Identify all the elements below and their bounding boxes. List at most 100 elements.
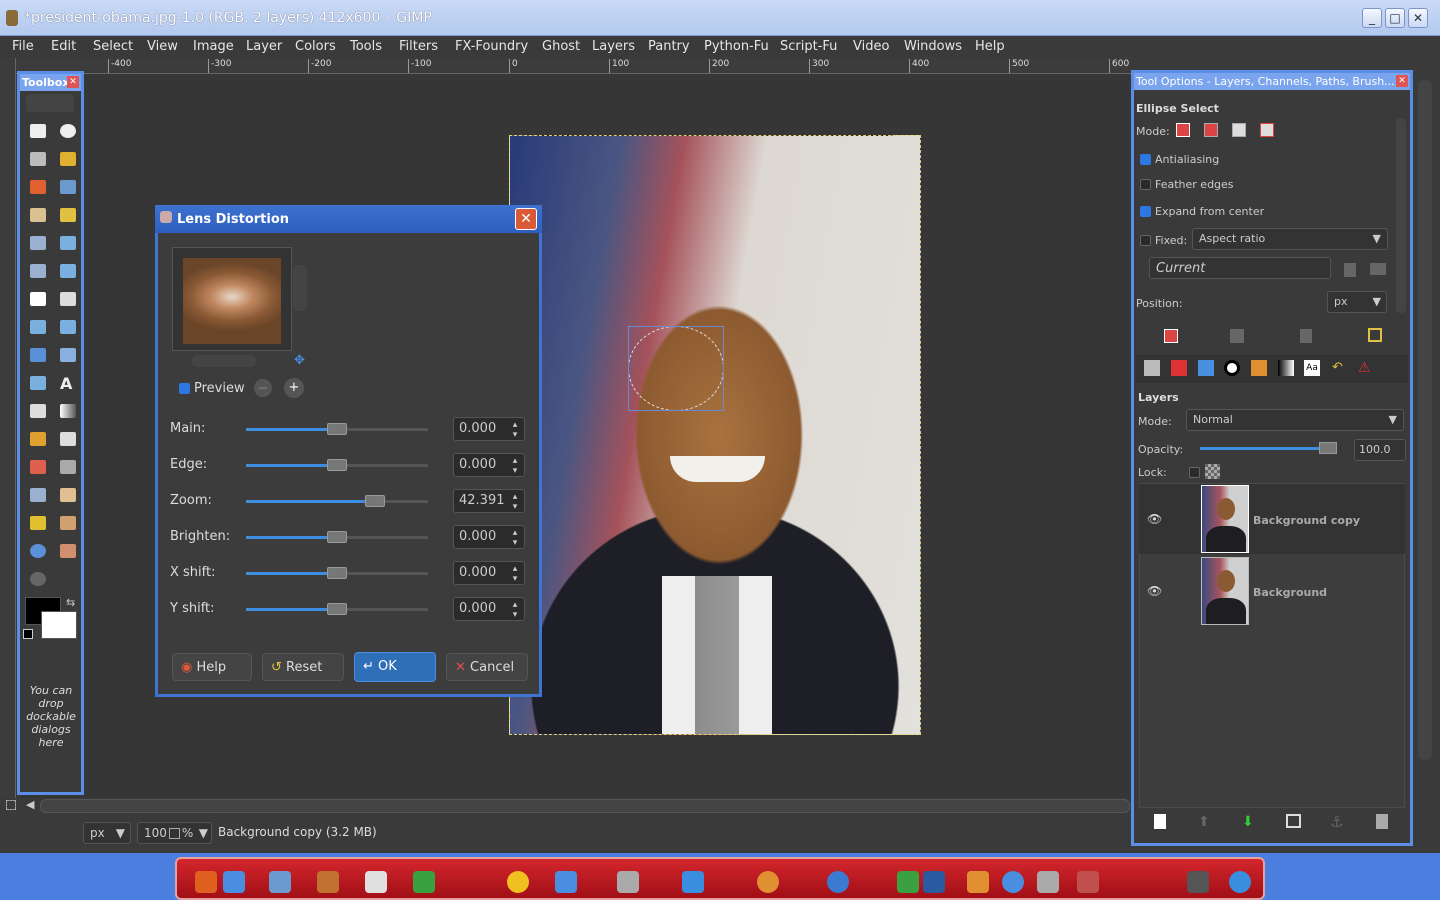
crop-icon[interactable] (30, 292, 46, 306)
zoom-in-icon[interactable]: + (284, 378, 304, 398)
position-unit-select[interactable]: px ▼ (1327, 291, 1387, 313)
smudge-icon[interactable] (60, 544, 76, 558)
app-icon[interactable] (1229, 871, 1251, 893)
preview-hscroll[interactable] (192, 355, 256, 367)
new-layer-icon[interactable] (1154, 814, 1166, 829)
unit-select[interactable]: px ▼ (83, 822, 131, 844)
clone-icon[interactable] (60, 488, 76, 502)
app-icon[interactable] (555, 871, 577, 893)
blur-icon[interactable] (30, 544, 46, 558)
selection-handles[interactable] (628, 326, 724, 411)
slider-knob[interactable] (327, 531, 347, 543)
rect-select-icon[interactable] (30, 124, 46, 138)
menu-python-fu[interactable]: Python-Fu (704, 39, 769, 54)
expand-checkbox[interactable] (1140, 206, 1151, 217)
opacity-slider-knob[interactable] (1319, 442, 1337, 454)
paintbrush-icon[interactable] (60, 432, 76, 446)
menu-filters[interactable]: Filters (399, 39, 438, 54)
rotate-icon[interactable] (60, 292, 76, 306)
menu-edit[interactable]: Edit (51, 39, 76, 54)
opacity-slider[interactable] (1200, 442, 1337, 454)
lasso-icon[interactable] (30, 152, 46, 166)
reset-button[interactable]: ↺ Reset (262, 653, 344, 681)
background-color[interactable] (41, 611, 77, 639)
param-spin[interactable]: 0.000 ▴▾ (453, 561, 525, 585)
spin-arrows-icon[interactable]: ▴▾ (510, 528, 520, 548)
flip-icon[interactable] (60, 348, 76, 362)
param-slider[interactable] (246, 531, 428, 543)
color-picker-icon[interactable] (30, 236, 46, 250)
app-icon[interactable] (1002, 871, 1024, 893)
app-icon[interactable] (413, 871, 435, 893)
param-slider[interactable] (246, 495, 428, 507)
menu-fx-foundry[interactable]: FX-Foundry (455, 39, 528, 54)
zoom-select[interactable]: 100% ▼ (137, 822, 212, 844)
fuzzy-select-icon[interactable] (60, 152, 76, 166)
menu-image[interactable]: Image (193, 39, 234, 54)
menu-windows[interactable]: Windows (904, 39, 962, 54)
portrait-icon[interactable] (1344, 263, 1356, 277)
swap-colors-icon[interactable]: ⇆ (66, 596, 75, 609)
close-icon[interactable]: ✕ (67, 76, 79, 88)
app-icon[interactable] (967, 871, 989, 893)
slider-knob[interactable] (327, 459, 347, 471)
reset-colors-icon[interactable] (23, 629, 33, 639)
spin-arrows-icon[interactable]: ▴▾ (510, 600, 520, 620)
intersect-mode-icon[interactable] (1260, 123, 1274, 137)
zoom-out-icon[interactable]: − (254, 379, 272, 397)
paths-tab-icon[interactable] (1198, 360, 1214, 376)
pencil-icon[interactable] (30, 432, 46, 446)
ink-icon[interactable] (30, 488, 46, 502)
landscape-icon[interactable] (1370, 263, 1386, 275)
slider-knob[interactable] (327, 603, 347, 615)
shear-icon[interactable] (60, 320, 76, 334)
options-scrollbar[interactable] (1396, 118, 1406, 313)
spin-arrows-icon[interactable]: ▴▾ (510, 420, 520, 440)
eye-icon[interactable]: 👁 (1147, 584, 1162, 598)
app-icon[interactable] (223, 871, 245, 893)
param-slider[interactable] (246, 603, 428, 615)
fixed-checkbox[interactable] (1140, 235, 1151, 246)
color-select-icon[interactable] (30, 180, 46, 194)
anchor-layer-icon[interactable]: ⚓ (1330, 813, 1343, 831)
layer-mode-select[interactable]: Normal ▼ (1186, 409, 1404, 431)
app-icon[interactable] (507, 871, 529, 893)
tool-options-tab-icon[interactable] (1144, 360, 1160, 376)
scale-icon[interactable] (30, 320, 46, 334)
patterns-tab-icon[interactable] (1251, 360, 1267, 376)
menu-file[interactable]: File (12, 39, 34, 54)
param-spin[interactable]: 0.000 ▴▾ (453, 453, 525, 477)
feather-checkbox[interactable] (1140, 179, 1151, 190)
slider-knob[interactable] (327, 567, 347, 579)
foreground-select-icon[interactable] (30, 208, 46, 222)
menu-layers[interactable]: Layers (592, 39, 635, 54)
horizontal-scrollbar[interactable] (40, 799, 1130, 813)
scroll-track[interactable] (1418, 80, 1432, 760)
layer-row[interactable]: 👁 Background (1139, 556, 1405, 626)
delete-layer-icon[interactable] (1376, 814, 1388, 829)
eraser-icon[interactable] (30, 460, 46, 474)
image-canvas[interactable] (509, 135, 921, 735)
spin-arrows-icon[interactable]: ▴▾ (510, 492, 520, 512)
app-icon[interactable] (757, 871, 779, 893)
restore-options-icon[interactable] (1230, 329, 1244, 343)
ellipse-select-icon[interactable] (60, 124, 76, 138)
lower-layer-icon[interactable]: ⬇ (1242, 814, 1254, 830)
spin-arrows-icon[interactable]: ▴▾ (510, 456, 520, 476)
zoom-icon[interactable] (60, 236, 76, 250)
param-spin[interactable]: 0.000 ▴▾ (453, 525, 525, 549)
menu-layer[interactable]: Layer (246, 39, 282, 54)
acrobat-icon[interactable] (365, 871, 387, 893)
menu-view[interactable]: View (147, 39, 178, 54)
error-console-tab-icon[interactable]: ⚠ (1358, 360, 1374, 376)
replace-mode-icon[interactable] (1176, 123, 1190, 137)
app-icon[interactable] (1077, 871, 1099, 893)
close-icon[interactable]: ✕ (1396, 75, 1408, 87)
cage-icon[interactable] (30, 376, 46, 390)
blend-icon[interactable] (60, 404, 76, 418)
gradients-tab-icon[interactable] (1278, 360, 1294, 376)
preview-image[interactable] (183, 258, 281, 344)
fixed-select[interactable]: Aspect ratio ▼ (1192, 228, 1388, 250)
perspective-icon[interactable] (30, 348, 46, 362)
param-slider[interactable] (246, 423, 428, 435)
